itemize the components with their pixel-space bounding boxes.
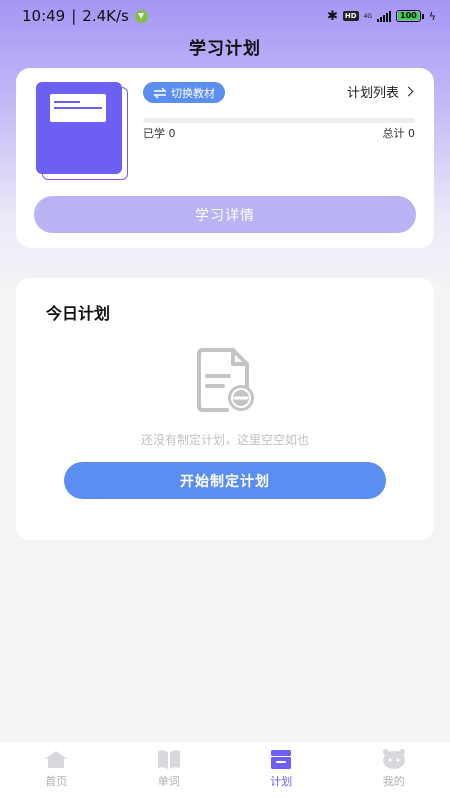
today-plan-title: 今日计划 <box>46 304 111 323</box>
total-count: 总计 0 <box>383 125 416 141</box>
status-bar: 10:49 | 2.4K/s ✱ HD 4G 100 ϟ <box>0 0 450 32</box>
chevron-right-icon <box>403 86 414 97</box>
nav-label-plan: 计划 <box>270 775 293 788</box>
download-icon <box>134 9 148 23</box>
switch-textbook-label: 切换教材 <box>171 86 215 100</box>
hd-badge: HD <box>342 11 359 21</box>
swap-icon <box>153 86 167 99</box>
status-right: ✱ HD 4G 100 ϟ <box>327 9 436 24</box>
total-value: 0 <box>408 127 415 140</box>
nav-item-plan[interactable]: 计划 <box>225 742 338 800</box>
home-icon <box>45 751 68 768</box>
start-plan-button[interactable]: 开始制定计划 <box>64 462 386 499</box>
textbook-card: 切换教材 计划列表 已学 0 总计 0 学习详情 <box>16 68 434 248</box>
learned-count: 已学 0 <box>143 125 176 141</box>
status-time: 10:49 <box>22 7 66 25</box>
nav-label-profile: 我的 <box>382 775 405 788</box>
nav-item-words[interactable]: 单词 <box>113 742 226 800</box>
textbook-cover-icon <box>36 82 128 180</box>
total-label: 总计 <box>382 127 405 140</box>
battery-level: 100 <box>398 11 419 20</box>
plan-list-label: 计划列表 <box>346 86 399 101</box>
nav-label-home: 首页 <box>45 775 68 788</box>
network-label: 4G <box>363 12 373 20</box>
signal-icon <box>377 10 392 22</box>
nav-item-home[interactable]: 首页 <box>0 742 113 800</box>
plan-list-link[interactable]: 计划列表 <box>346 82 414 101</box>
book-icon <box>157 750 180 769</box>
empty-document-icon <box>197 348 254 412</box>
switch-textbook-button[interactable]: 切换教材 <box>143 82 225 103</box>
today-plan-card: 今日计划 还没有制定计划，这里空空如也 开始制定计划 <box>16 278 434 540</box>
charging-icon: ϟ <box>428 9 436 23</box>
plan-icon <box>271 750 292 769</box>
status-speed: 2.4K/s <box>82 7 129 25</box>
status-left: 10:49 | 2.4K/s <box>22 7 327 25</box>
nav-item-profile[interactable]: 我的 <box>338 742 450 800</box>
empty-state-text: 还没有制定计划，这里空空如也 <box>140 433 309 447</box>
bottom-nav: 首页 单词 计划 我的 <box>0 741 450 800</box>
page-title: 学习计划 <box>189 39 261 59</box>
nav-label-words: 单词 <box>157 775 180 788</box>
battery-icon: 100 <box>396 10 424 22</box>
profile-icon <box>382 749 405 769</box>
study-detail-button[interactable]: 学习详情 <box>34 196 416 233</box>
bluetooth-icon: ✱ <box>326 8 338 24</box>
learned-label: 已学 <box>143 127 165 140</box>
learning-progress-bar <box>143 118 415 123</box>
status-divider: | <box>71 7 77 25</box>
learned-value: 0 <box>168 127 176 140</box>
